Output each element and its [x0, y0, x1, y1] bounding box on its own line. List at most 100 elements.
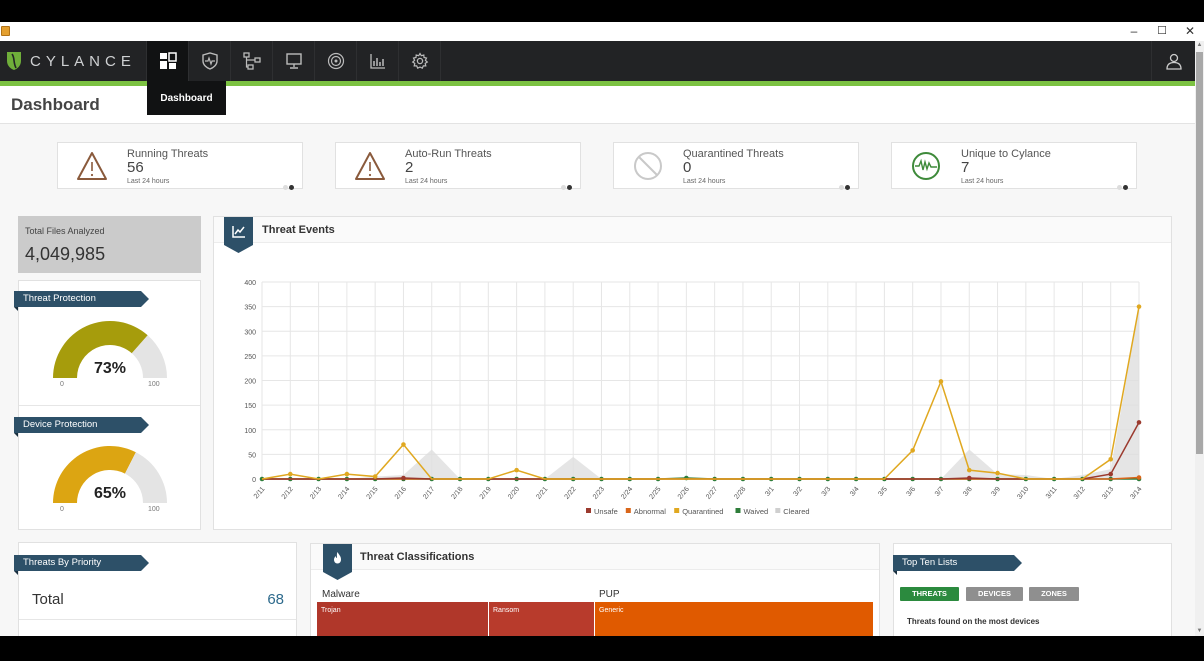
shield-icon — [201, 52, 218, 70]
series-line-unsafe — [262, 422, 1140, 480]
device-protection-gauge: 65% 0 100 — [50, 445, 170, 515]
data-point-quarantined — [287, 471, 293, 477]
nav-protection[interactable] — [188, 41, 230, 81]
monitor-icon — [285, 53, 302, 69]
x-tick-label: 2/28 — [733, 486, 747, 501]
nav-settings[interactable] — [398, 41, 440, 81]
x-tick-label: 3/10 — [1016, 486, 1030, 501]
treemap-cell-generic[interactable]: Generic — [595, 602, 873, 636]
x-tick-label: 3/6 — [906, 486, 918, 498]
top-ten-tab-zones[interactable]: ZONES — [1029, 587, 1079, 601]
y-tick-label: 250 — [244, 354, 256, 361]
x-tick-label: 2/14 — [337, 486, 351, 501]
pager-dots[interactable] — [282, 177, 294, 195]
prohibited-icon — [634, 152, 662, 180]
y-tick-label: 150 — [244, 403, 256, 410]
stat-period: Last 24 hours — [961, 178, 1004, 185]
x-tick-label: 2/27 — [705, 486, 719, 501]
data-point-unsafe — [1108, 471, 1114, 477]
screen: – ☐ ✕ CYLANCE Dashboard Dashboard Runnin… — [0, 0, 1204, 661]
data-point-unsafe — [1136, 420, 1142, 425]
dashboard-content: Dashboard Running Threats 56 Last 24 hou… — [0, 86, 1195, 636]
nav-zones[interactable] — [230, 41, 272, 81]
nav-threat-research[interactable] — [314, 41, 356, 81]
total-files-label: Total Files Analyzed — [25, 226, 105, 236]
classification-badge — [323, 544, 352, 580]
nav-devices[interactable] — [272, 41, 314, 81]
stat-card-running-threats[interactable]: Running Threats 56 Last 24 hours — [57, 142, 303, 190]
x-tick-label: 2/26 — [677, 486, 691, 501]
data-point-abnormal — [1136, 475, 1142, 480]
x-tick-label: 2/22 — [564, 486, 578, 501]
pager-dots[interactable] — [560, 177, 572, 195]
data-point-quarantined — [1108, 457, 1114, 462]
close-button[interactable]: ✕ — [1176, 22, 1204, 41]
page-title: Dashboard — [11, 95, 100, 114]
y-tick-label: 400 — [244, 280, 256, 287]
warning-icon — [355, 152, 385, 180]
vertical-scrollbar[interactable]: ▲ ▼ — [1195, 41, 1204, 636]
legend-swatch — [775, 508, 781, 513]
data-point-quarantined — [1136, 304, 1142, 309]
threat-classifications-panel: Threat Classifications Malware PUP Troja… — [310, 543, 880, 636]
user-menu-button[interactable] — [1151, 41, 1195, 81]
series-area-cleared — [262, 306, 1139, 479]
panel-divider — [19, 405, 200, 406]
x-tick-label: 3/4 — [849, 486, 861, 498]
gear-icon — [411, 52, 428, 70]
gauge-max: 100 — [148, 381, 160, 388]
stat-card-quarantined-threats[interactable]: Quarantined Threats 0 Last 24 hours — [613, 142, 859, 190]
malware-group-label: Malware — [322, 589, 360, 600]
legend-label-unsafe: Unsafe — [594, 507, 618, 516]
nav-dashboard[interactable] — [146, 41, 188, 81]
scroll-down-arrow[interactable]: ▼ — [1195, 627, 1204, 636]
stat-card-autorun-threats[interactable]: Auto-Run Threats 2 Last 24 hours — [335, 142, 581, 190]
priority-total-value[interactable]: 68 — [267, 591, 284, 608]
gauge-percent: 73% — [93, 360, 127, 377]
x-tick-label: 2/25 — [648, 486, 662, 501]
pager-dots[interactable] — [838, 177, 850, 195]
bar-chart-icon — [369, 54, 385, 69]
treemap-cell-ransom[interactable]: Ransom — [489, 602, 594, 636]
priority-total-label: Total — [32, 591, 64, 608]
data-point-quarantined — [910, 448, 915, 453]
stat-label: Auto-Run Threats — [405, 148, 492, 160]
stat-value: 2 — [405, 159, 414, 176]
x-tick-label: 3/12 — [1073, 486, 1087, 501]
x-tick-label: 2/24 — [620, 486, 634, 501]
y-tick-label: 350 — [244, 305, 256, 312]
scrollbar-thumb[interactable] — [1196, 52, 1203, 454]
maximize-button[interactable]: ☐ — [1148, 22, 1176, 41]
stat-label: Quarantined Threats — [683, 148, 784, 160]
x-tick-label: 2/21 — [535, 486, 549, 501]
data-point-quarantined — [966, 467, 972, 473]
stat-card-unique-to-cylance[interactable]: Unique to Cylance 7 Last 24 hours — [891, 142, 1137, 190]
scroll-up-arrow[interactable]: ▲ — [1195, 41, 1204, 50]
minimize-button[interactable]: – — [1120, 22, 1148, 41]
legend-label-waived: Waived — [744, 507, 769, 516]
gauge-min: 0 — [60, 381, 64, 388]
x-tick-label: 3/1 — [764, 486, 776, 498]
x-tick-label: 2/15 — [366, 486, 380, 501]
x-tick-label: 2/20 — [507, 486, 521, 501]
gauge-max: 100 — [148, 506, 160, 513]
network-icon — [242, 52, 261, 70]
gauge-percent: 65% — [93, 485, 127, 502]
legend-swatch — [586, 508, 591, 513]
threat-classifications-header: Threat Classifications — [311, 544, 879, 570]
cylance-logo[interactable]: CYLANCE — [6, 51, 136, 71]
x-tick-label: 3/7 — [934, 486, 946, 498]
top-ten-tab-threats[interactable]: THREATS — [900, 587, 959, 601]
nav-reports[interactable] — [356, 41, 398, 81]
cylance-shield-icon — [7, 52, 21, 70]
x-tick-label: 2/16 — [394, 486, 408, 501]
data-point-quarantined — [344, 471, 350, 477]
x-tick-label: 2/18 — [450, 486, 464, 501]
pager-dots[interactable] — [1116, 177, 1128, 195]
top-ten-tab-devices[interactable]: DEVICES — [966, 587, 1023, 601]
x-tick-label: 2/23 — [592, 486, 606, 501]
stat-period: Last 24 hours — [683, 178, 726, 185]
treemap-cell-trojan[interactable]: Trojan — [317, 602, 488, 636]
nav-tooltip: Dashboard — [147, 81, 226, 115]
x-tick-label: 3/11 — [1045, 486, 1059, 501]
